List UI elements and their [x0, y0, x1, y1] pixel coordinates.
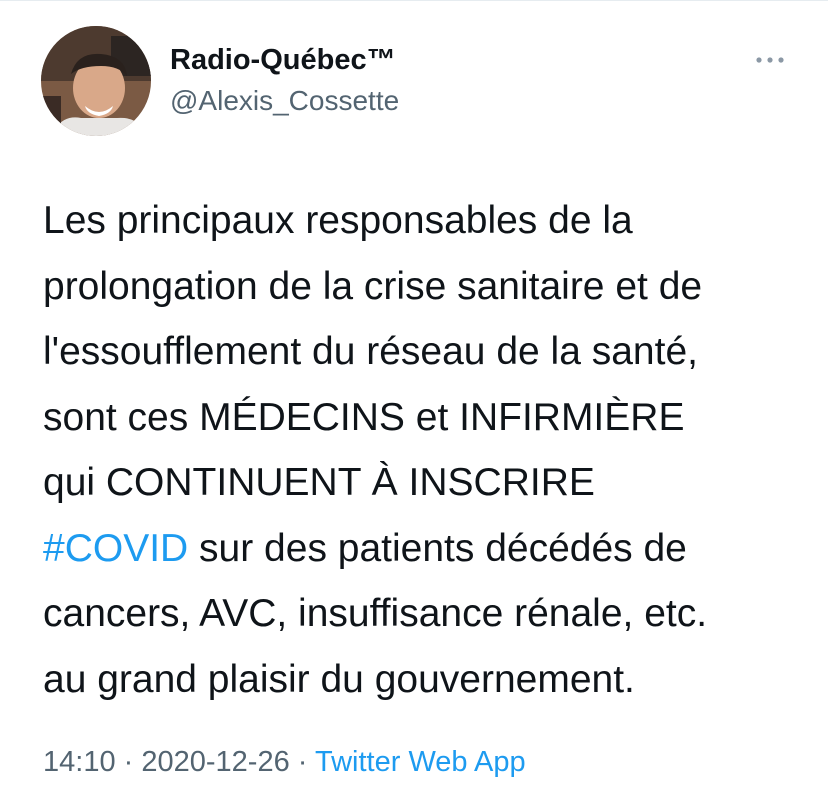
- avatar-image: [41, 26, 151, 136]
- tweet-text-line: qui CONTINUENT À INSCRIRE: [43, 461, 595, 504]
- meta-separator: ·: [297, 746, 308, 778]
- author-display-name[interactable]: Radio-Québec™: [170, 44, 396, 77]
- meta-separator: ·: [123, 746, 134, 778]
- hashtag-link[interactable]: #COVID: [43, 527, 188, 570]
- tweet-text-line-with-hashtag: #COVID sur des patients décédés de: [43, 516, 803, 582]
- tweet-text-line: cancers, AVC, insuffisance rénale, etc.: [43, 592, 708, 635]
- top-divider: [0, 0, 828, 1]
- tweet-text-fragment: sur des patients décédés de: [199, 526, 687, 570]
- tweet-text-line: l'essoufflement du réseau de la santé,: [43, 330, 698, 373]
- tweet-text-line: sont ces MÉDECINS et INFIRMIÈRE: [43, 395, 685, 439]
- tweet-card: Radio-Québec™ @Alexis_Cossette Les princ…: [0, 0, 828, 807]
- author-handle[interactable]: @Alexis_Cossette: [170, 85, 399, 117]
- more-options-icon[interactable]: [752, 50, 788, 70]
- tweet-text-line: au grand plaisir du gouvernement.: [43, 657, 635, 701]
- tweet-date[interactable]: 2020-12-26: [141, 746, 289, 778]
- tweet-text-line: prolongation de la crise sanitaire et de: [43, 264, 703, 308]
- tweet-source-link[interactable]: Twitter Web App: [315, 746, 526, 778]
- tweet-text: Les principaux responsables de la prolon…: [43, 188, 803, 712]
- author-avatar[interactable]: [41, 26, 151, 136]
- tweet-time[interactable]: 14:10: [43, 746, 116, 778]
- tweet-text-line: Les principaux responsables de la: [43, 199, 633, 242]
- tweet-metadata: 14:10 · 2020-12-26 · Twitter Web App: [43, 746, 526, 779]
